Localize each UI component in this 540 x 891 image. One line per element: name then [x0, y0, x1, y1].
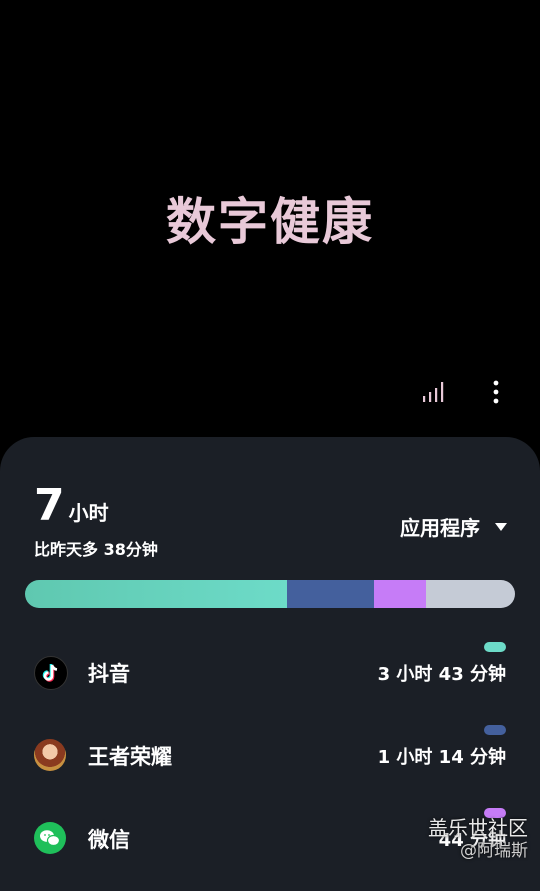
app-time: 3 小时 43 分钟	[377, 664, 506, 685]
app-name: 微信	[88, 828, 130, 852]
app-name: 王者荣耀	[88, 745, 172, 769]
douyin-icon	[34, 656, 68, 690]
total-unit: 小时	[68, 501, 109, 525]
total-hours: 7	[34, 480, 65, 531]
filter-label: 应用程序	[400, 516, 480, 540]
wechat-icon	[34, 822, 66, 854]
app-row-honor-of-kings[interactable]: 王者荣耀 1 小时 14 分钟	[0, 725, 540, 785]
legend-swatch	[484, 642, 506, 652]
honor-of-kings-icon	[34, 739, 66, 771]
usage-bar-segment	[287, 580, 375, 608]
app-time: 1 小时 14 分钟	[377, 747, 506, 768]
app-row-douyin[interactable]: 抖音 3 小时 43 分钟	[0, 642, 540, 702]
usage-bar	[25, 580, 515, 608]
chevron-down-icon	[495, 522, 507, 531]
bar-chart-icon[interactable]	[420, 378, 448, 406]
total-usage: 7 小时	[34, 484, 109, 528]
page-title: 数字健康	[166, 193, 374, 251]
app-filter-dropdown[interactable]: 应用程序	[400, 512, 508, 541]
app-name: 抖音	[88, 662, 130, 686]
watermark: 盖乐世社区 @阿瑞斯	[428, 816, 528, 862]
watermark-line2: @阿瑞斯	[460, 841, 528, 861]
watermark-line1: 盖乐世社区	[428, 816, 528, 840]
usage-bar-segment	[374, 580, 426, 608]
top-actions	[420, 378, 510, 406]
compare-text: 比昨天多 38分钟	[34, 540, 158, 559]
usage-bar-segment	[425, 580, 515, 608]
legend-swatch	[484, 725, 506, 735]
usage-bar-segment	[25, 580, 288, 608]
more-options-icon[interactable]	[482, 378, 510, 406]
